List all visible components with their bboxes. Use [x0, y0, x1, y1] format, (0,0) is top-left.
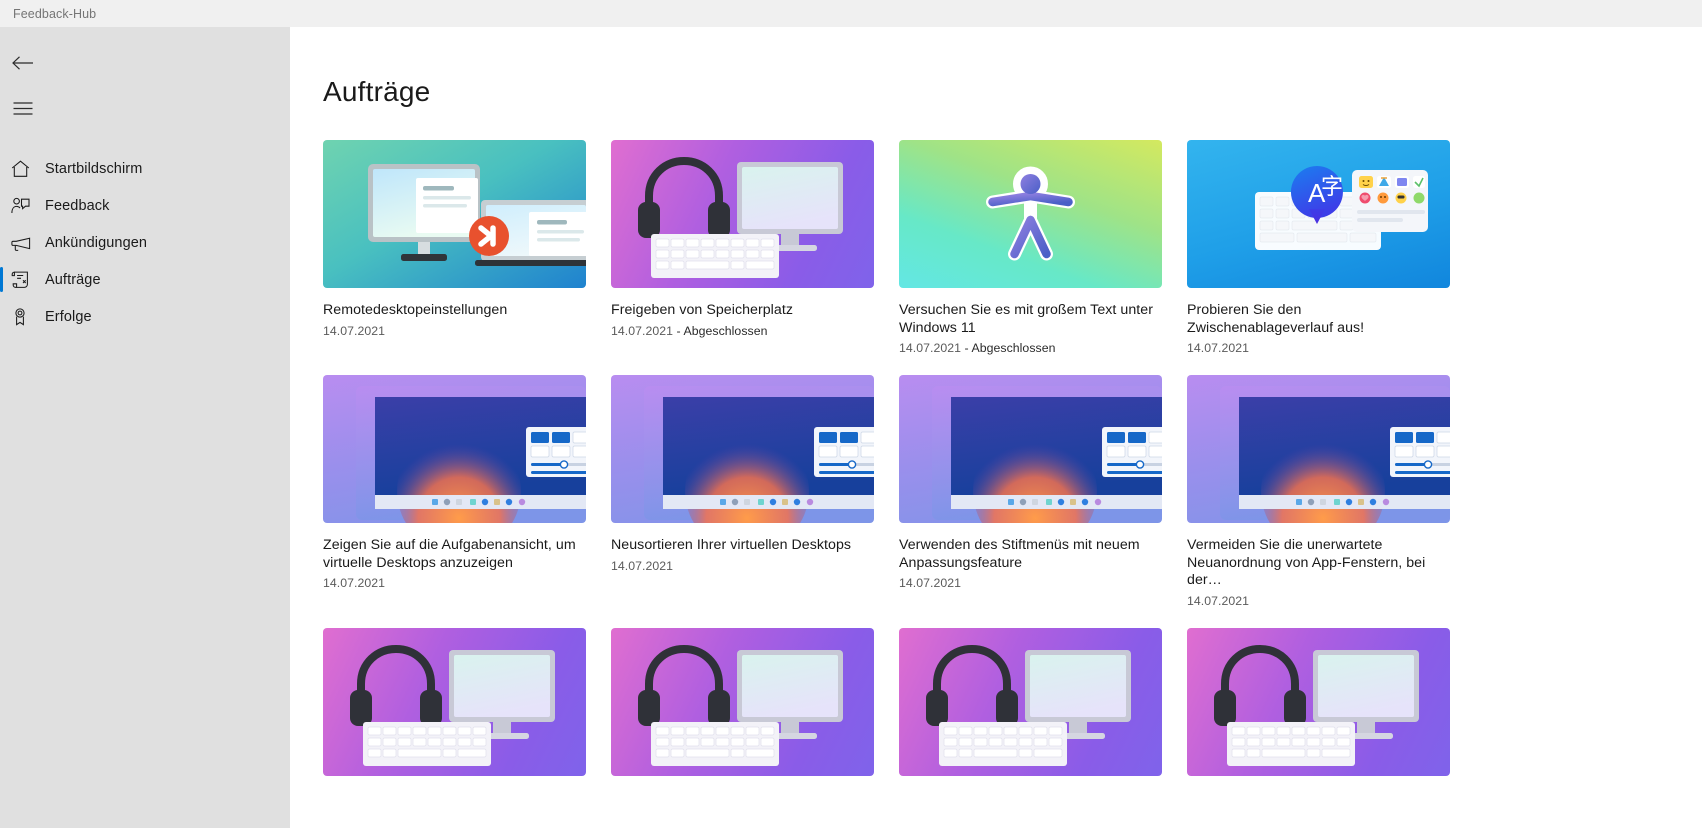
- quest-card-date: 14.07.2021 - Abgeschlossen: [611, 323, 768, 338]
- sidebar-item-startbildschirm[interactable]: Startbildschirm: [0, 150, 290, 187]
- virtual-desktop-illustration: [932, 386, 1162, 523]
- page-title: Aufträge: [323, 76, 431, 107]
- quest-card-image: [899, 627, 1162, 776]
- quest-card-date: 14.07.2021: [1187, 341, 1250, 355]
- quest-card-date: 14.07.2021: [1187, 593, 1250, 608]
- quest-card[interactable]: [323, 627, 586, 790]
- award-medal-icon: [11, 307, 45, 326]
- quest-card[interactable]: [611, 627, 874, 790]
- sidebar-item-erfolge[interactable]: Erfolge: [0, 298, 290, 335]
- quest-card[interactable]: Versuchen Sie es mit großem Text unter W…: [899, 140, 1162, 355]
- quest-card-date: 14.07.2021 - Abgeschlossen: [899, 341, 1056, 355]
- quest-card-image: A 字: [1187, 140, 1450, 288]
- headset-monitor-illustration: [638, 156, 843, 278]
- quest-card[interactable]: Freigeben von Speicherplatz 14.07.2021 -…: [611, 140, 874, 355]
- quest-card-title: Freigeben von Speicherplatz: [611, 302, 793, 318]
- app-title: Feedback-Hub: [13, 6, 97, 21]
- quest-card-image: [1187, 375, 1450, 523]
- sidebar-item-label: Ankündigungen: [45, 234, 148, 251]
- hamburger-menu-icon: [13, 101, 33, 115]
- quest-card-date: 14.07.2021: [611, 558, 674, 573]
- remote-desktop-illustration: [368, 164, 586, 266]
- quest-card-title: Neusortieren Ihrer virtuellen Desktops: [611, 537, 852, 553]
- virtual-desktop-illustration: [1220, 386, 1450, 523]
- quest-card-image: [323, 375, 586, 523]
- quest-card-title: Verwenden des Stiftmenüs mit neuem Anpas…: [899, 537, 1140, 571]
- sidebar: Startbildschirm Feedback Ankündigungen A…: [0, 27, 290, 828]
- headset-monitor-illustration: [350, 644, 555, 766]
- quest-card-image: [611, 627, 874, 776]
- quest-card-image: [899, 140, 1162, 288]
- headset-monitor-illustration: [1214, 644, 1419, 766]
- quest-card-image: [899, 375, 1162, 523]
- sidebar-nav-list: Startbildschirm Feedback Ankündigungen A…: [0, 150, 290, 335]
- back-button[interactable]: [0, 43, 45, 83]
- virtual-desktop-illustration: [644, 386, 874, 523]
- accessibility-person-illustration: [986, 166, 1075, 261]
- headset-monitor-illustration: [638, 644, 843, 766]
- feedback-person-icon: [11, 197, 45, 215]
- sidebar-item-label: Feedback: [45, 197, 110, 214]
- quest-card[interactable]: Remotedesktopeinstellungen 14.07.2021: [323, 140, 586, 355]
- title-bar: Feedback-Hub: [0, 0, 1702, 27]
- svg-text:字: 字: [1321, 175, 1343, 200]
- sidebar-item-label: Aufträge: [45, 271, 101, 288]
- sidebar-item-feedback[interactable]: Feedback: [0, 187, 290, 224]
- quest-card-date: 14.07.2021: [899, 576, 962, 590]
- quest-card-image: [1187, 627, 1450, 776]
- scroll-quest-icon: [11, 271, 45, 289]
- quest-card[interactable]: [899, 627, 1162, 790]
- home-icon: [11, 160, 45, 178]
- quests-grid: Remotedesktopeinstellungen 14.07.2021 Fr…: [323, 140, 1702, 790]
- quest-card-date: 14.07.2021: [323, 576, 386, 590]
- quest-card[interactable]: Neusortieren Ihrer virtuellen Desktops 1…: [611, 375, 874, 608]
- clipboard-history-illustration: A 字: [1255, 166, 1428, 250]
- quest-card-title: Versuchen Sie es mit großem Text unter W…: [899, 302, 1153, 336]
- quest-card-date: 14.07.2021: [323, 323, 386, 338]
- quest-card[interactable]: Zeigen Sie auf die Aufgabenansicht, um v…: [323, 375, 586, 608]
- quest-card[interactable]: Vermeiden Sie die unerwartete Neuanordnu…: [1187, 375, 1450, 608]
- sidebar-item-auftraege[interactable]: Aufträge: [0, 261, 290, 298]
- quest-card[interactable]: A 字 Probieren Sie den Zwischenablageverl…: [1187, 140, 1450, 355]
- quest-card-title: Remotedesktopeinstellungen: [323, 302, 508, 318]
- quest-card-image: [323, 140, 586, 288]
- sidebar-item-ankuendigungen[interactable]: Ankündigungen: [0, 224, 290, 261]
- quest-card-image: [611, 140, 874, 288]
- quest-card[interactable]: [1187, 627, 1450, 790]
- headset-monitor-illustration: [926, 644, 1131, 766]
- quest-card-title: Zeigen Sie auf die Aufgabenansicht, um v…: [323, 537, 576, 571]
- quest-card-image: [323, 627, 586, 776]
- sidebar-item-label: Startbildschirm: [45, 160, 143, 177]
- quest-card-title: Vermeiden Sie die unerwartete Neuanordnu…: [1187, 537, 1426, 588]
- content-area: Aufträge Remotedesktopeinstellungen 14.0…: [290, 27, 1702, 828]
- back-arrow-icon: [11, 55, 34, 71]
- sidebar-item-label: Erfolge: [45, 308, 92, 325]
- quest-card-title: Probieren Sie den Zwischenablageverlauf …: [1187, 302, 1365, 336]
- feedback-hub-window: Feedback-Hub Startbildschirm Feedback An…: [0, 0, 1702, 828]
- virtual-desktop-illustration: [356, 386, 586, 523]
- menu-button[interactable]: [0, 88, 45, 128]
- quest-card[interactable]: Verwenden des Stiftmenüs mit neuem Anpas…: [899, 375, 1162, 608]
- quest-card-image: [611, 375, 874, 523]
- megaphone-icon: [11, 234, 45, 252]
